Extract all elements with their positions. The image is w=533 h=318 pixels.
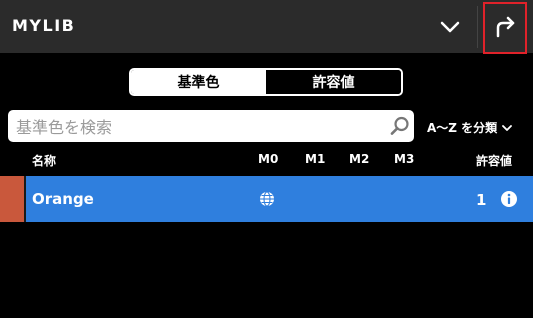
- header-divider: [477, 6, 478, 48]
- column-header-m0: M0: [258, 152, 279, 166]
- globe-icon: [260, 191, 274, 207]
- column-header-m2: M2: [349, 152, 370, 166]
- tab-standard-color[interactable]: 基準色: [131, 70, 266, 94]
- share-button[interactable]: [483, 2, 527, 54]
- search-box: [8, 110, 414, 142]
- row-divider: [24, 176, 26, 222]
- app-title: MYLIB: [12, 16, 76, 35]
- color-swatch: [0, 176, 24, 222]
- row-tolerance-value: 1: [476, 191, 487, 209]
- info-icon[interactable]: [500, 190, 518, 208]
- redo-arrow-icon: [496, 16, 515, 38]
- chevron-down-icon: [502, 124, 513, 131]
- search-icon[interactable]: [390, 116, 410, 136]
- column-header-m3: M3: [394, 152, 415, 166]
- column-header-name: 名称: [32, 154, 57, 168]
- column-header-m1: M1: [305, 152, 326, 166]
- column-header-tolerance: 許容値: [476, 154, 513, 168]
- search-input[interactable]: [14, 114, 388, 140]
- mode-segmented-control: 基準色 許容値: [129, 68, 403, 96]
- chevron-down-icon[interactable]: [437, 14, 463, 40]
- app-header: MYLIB: [0, 0, 533, 54]
- sort-label: A〜Z を分類: [427, 121, 498, 135]
- sort-dropdown[interactable]: A〜Z を分類: [427, 119, 513, 136]
- tab-tolerance[interactable]: 許容値: [266, 70, 401, 94]
- row-name: Orange: [32, 190, 94, 208]
